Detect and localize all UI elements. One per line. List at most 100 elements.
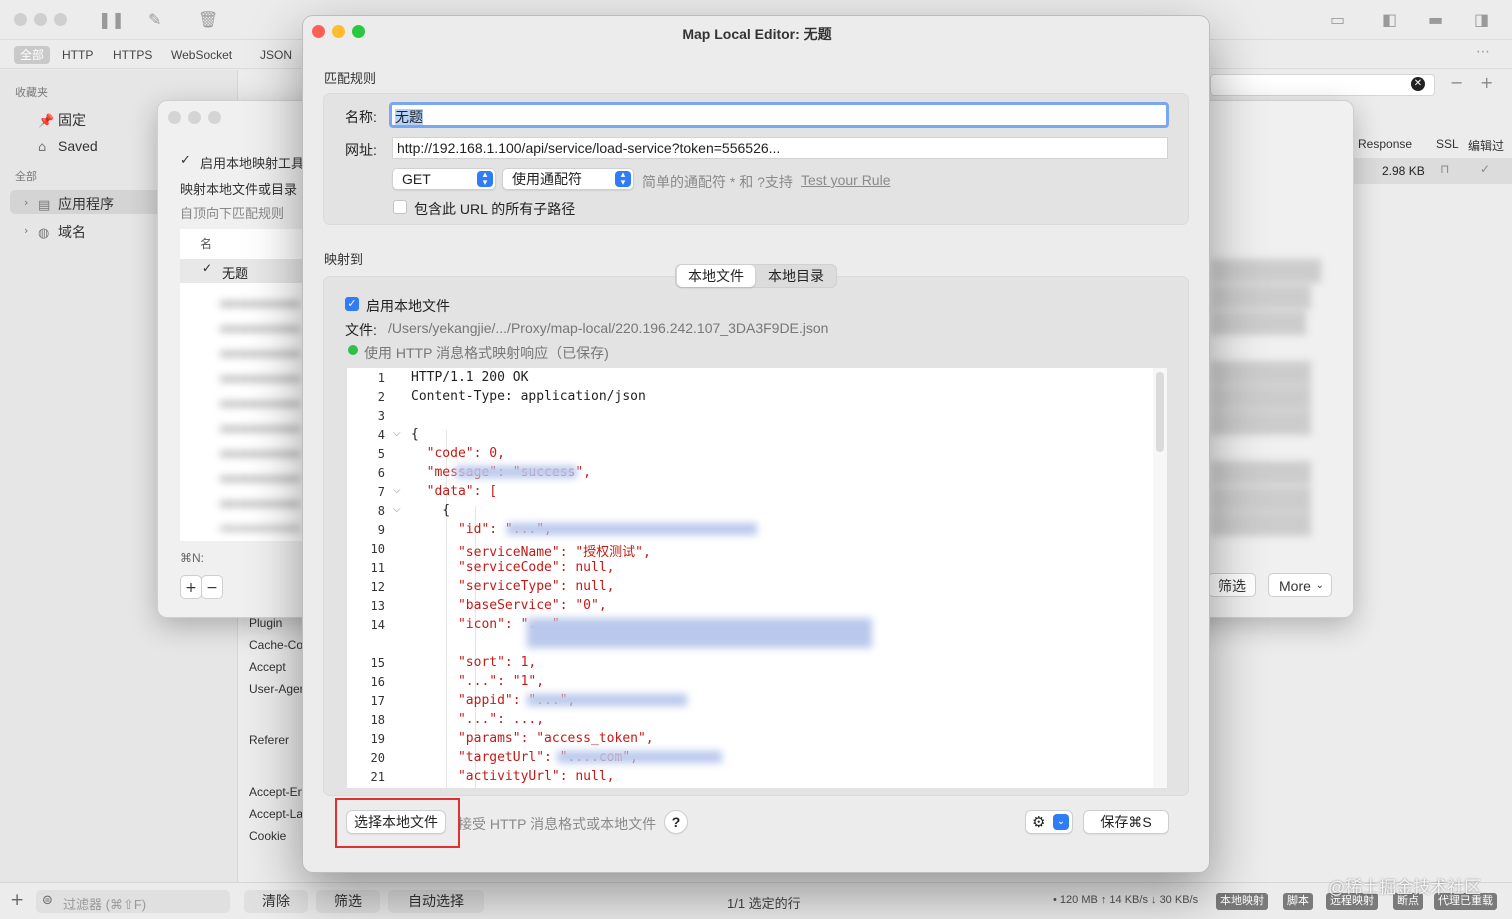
shortcut-hint: ⌘N: [180,551,204,565]
filter-tab-http[interactable]: HTTP [56,46,99,64]
table-row[interactable]: 2.98 KB ⊓ ✓ [1354,158,1512,184]
more-dropdown[interactable]: More ⌄ [1268,573,1332,597]
filter-tab-websocket[interactable]: WebSocket [165,46,238,64]
filter-tab-json[interactable]: JSON [254,46,298,64]
pause-icon[interactable]: ❚❚ [98,10,125,29]
description-text: 映射本地文件或目录 [180,182,298,197]
highlight-annotation [335,798,460,848]
url-field[interactable]: http://192.168.1.100/api/service/load-se… [392,137,1168,159]
line-number: 14 [370,618,385,632]
bottom-panel-icon[interactable]: ▬ [1428,10,1443,29]
filter-tab-https[interactable]: HTTPS [107,46,158,64]
line-number: 6 [377,466,385,480]
close-window-button[interactable] [14,13,27,26]
fold-chevron-icon[interactable]: ⌵ [393,504,401,515]
method-select[interactable]: GET ▴ ▾ [392,168,496,190]
settings-menu-button[interactable]: ⚙ ⌄ [1025,810,1073,834]
redacted-block [527,618,872,648]
sidebar-toggle-icon[interactable]: ◧ [1382,10,1397,29]
chevron-down-icon: ⌄ [1315,580,1324,591]
header-key: Accept-En [249,785,305,799]
response-editor[interactable]: 1 HTTP/1.1 200 OK 2 Content-Type: applic… [346,367,1168,789]
sidebar-item-domains[interactable]: ◍ 域名 [38,222,86,242]
add-icon[interactable]: + [10,890,24,910]
rule-list[interactable]: 名 ✓ 无题 [180,229,305,541]
remove-rule-button[interactable]: − [201,575,223,599]
clear-search-icon[interactable]: ✕ [1411,77,1425,91]
tab-local-file[interactable]: 本地文件 [677,265,755,287]
code-line: "serviceCode": null, [411,560,615,575]
checkmark-icon[interactable]: ✓ [202,261,212,275]
compose-icon[interactable]: ✎ [148,10,161,29]
column-name: 名 [200,237,213,251]
description-text: 自顶向下匹配规则 [180,206,285,221]
chevron-right-icon[interactable]: › [24,224,28,237]
checkmark-icon[interactable]: ✓ [180,153,191,168]
zoom-window-button[interactable] [54,13,67,26]
add-rule-button[interactable]: + [180,575,202,599]
search-input[interactable] [1210,74,1435,96]
badge-map-local[interactable]: 本地映射 [1216,893,1268,910]
line-number: 20 [370,751,385,765]
code-text: "baseService": "0", [411,598,607,613]
fold-chevron-icon[interactable]: ⌵ [393,485,401,496]
response-size: 2.98 KB [1382,164,1425,178]
inspector-toggle-icon[interactable]: ◨ [1474,10,1489,29]
clear-button[interactable]: 清除 [244,890,308,913]
enable-local-file-checkbox[interactable]: ✓ [345,297,359,311]
more-icon[interactable]: ⋯ [1476,44,1490,60]
include-subpaths-checkbox[interactable] [393,200,407,214]
line-number: 16 [370,675,385,689]
code-text: "data": [ [411,484,498,499]
close-window-button[interactable] [168,111,181,124]
watermark: @稀土掘金技术社区 [1328,878,1482,897]
code-text: HTTP/1.1 200 OK [411,370,529,385]
filter-button[interactable]: 筛选 [1208,573,1256,597]
line-number: 4 [377,428,385,442]
plus-icon[interactable]: + [1480,73,1493,92]
auto-select-button[interactable]: 自动选择 [388,890,484,913]
name-value: 无题 [395,109,423,125]
minus-icon[interactable]: − [1450,73,1463,92]
zoom-window-button[interactable] [208,111,221,124]
line-number: 17 [370,694,385,708]
window-layout-icon[interactable]: ▭ [1330,10,1345,29]
column-edited[interactable]: 编辑过 [1468,137,1504,154]
fold-chevron-icon[interactable]: ⌵ [393,428,401,439]
column-ssl[interactable]: SSL [1436,137,1459,151]
badge-script[interactable]: 脚本 [1283,893,1313,910]
save-button[interactable]: 保存⌘S [1083,810,1169,834]
sidebar-item-label: Saved [58,138,98,154]
sidebar-item-apps[interactable]: ▤ 应用程序 [38,194,114,214]
minimize-window-button[interactable] [188,111,201,124]
minimize-window-button[interactable] [34,13,47,26]
sidebar-item-saved[interactable]: ⌂ Saved [38,138,98,155]
wildcard-hint: 简单的通配符 * 和 ?支持 [642,174,793,190]
sidebar-item-pinned[interactable]: 📌 固定 [38,110,86,130]
test-rule-link[interactable]: Test your Rule [801,172,890,188]
redacted-block [507,523,757,535]
tab-local-directory[interactable]: 本地目录 [757,265,835,287]
filter-input[interactable]: ⊜ 过滤器 (⌘⇧F) [36,890,230,913]
code-line: "activityUrl": null, [411,769,615,784]
header-key: Cookie [249,829,287,843]
redacted-block [527,694,687,706]
help-button[interactable]: ? [664,810,688,834]
table-header: Response SSL 编辑过 [1354,132,1512,156]
code-line: HTTP/1.1 200 OK [411,370,528,385]
chevron-right-icon[interactable]: › [24,196,28,209]
scrollbar-thumb[interactable] [1156,372,1164,452]
wildcard-select[interactable]: 使用通配符 ▴ ▾ [502,168,634,190]
name-field[interactable]: 无题 [389,102,1169,128]
filter-tab-all[interactable]: 全部 [14,46,51,64]
trash-icon[interactable]: 🗑 [198,10,218,29]
redacted-block [455,466,577,478]
code-line: "...": ..., [411,712,544,727]
code-text: "params": "access_token", [411,731,654,746]
url-label: 网址: [345,142,377,158]
code-text: { [411,427,419,442]
editor-scrollbar[interactable] [1153,368,1167,788]
column-response[interactable]: Response [1358,137,1412,151]
list-item[interactable]: ✓ 无题 [180,259,305,283]
filter-button[interactable]: 筛选 [316,890,380,913]
